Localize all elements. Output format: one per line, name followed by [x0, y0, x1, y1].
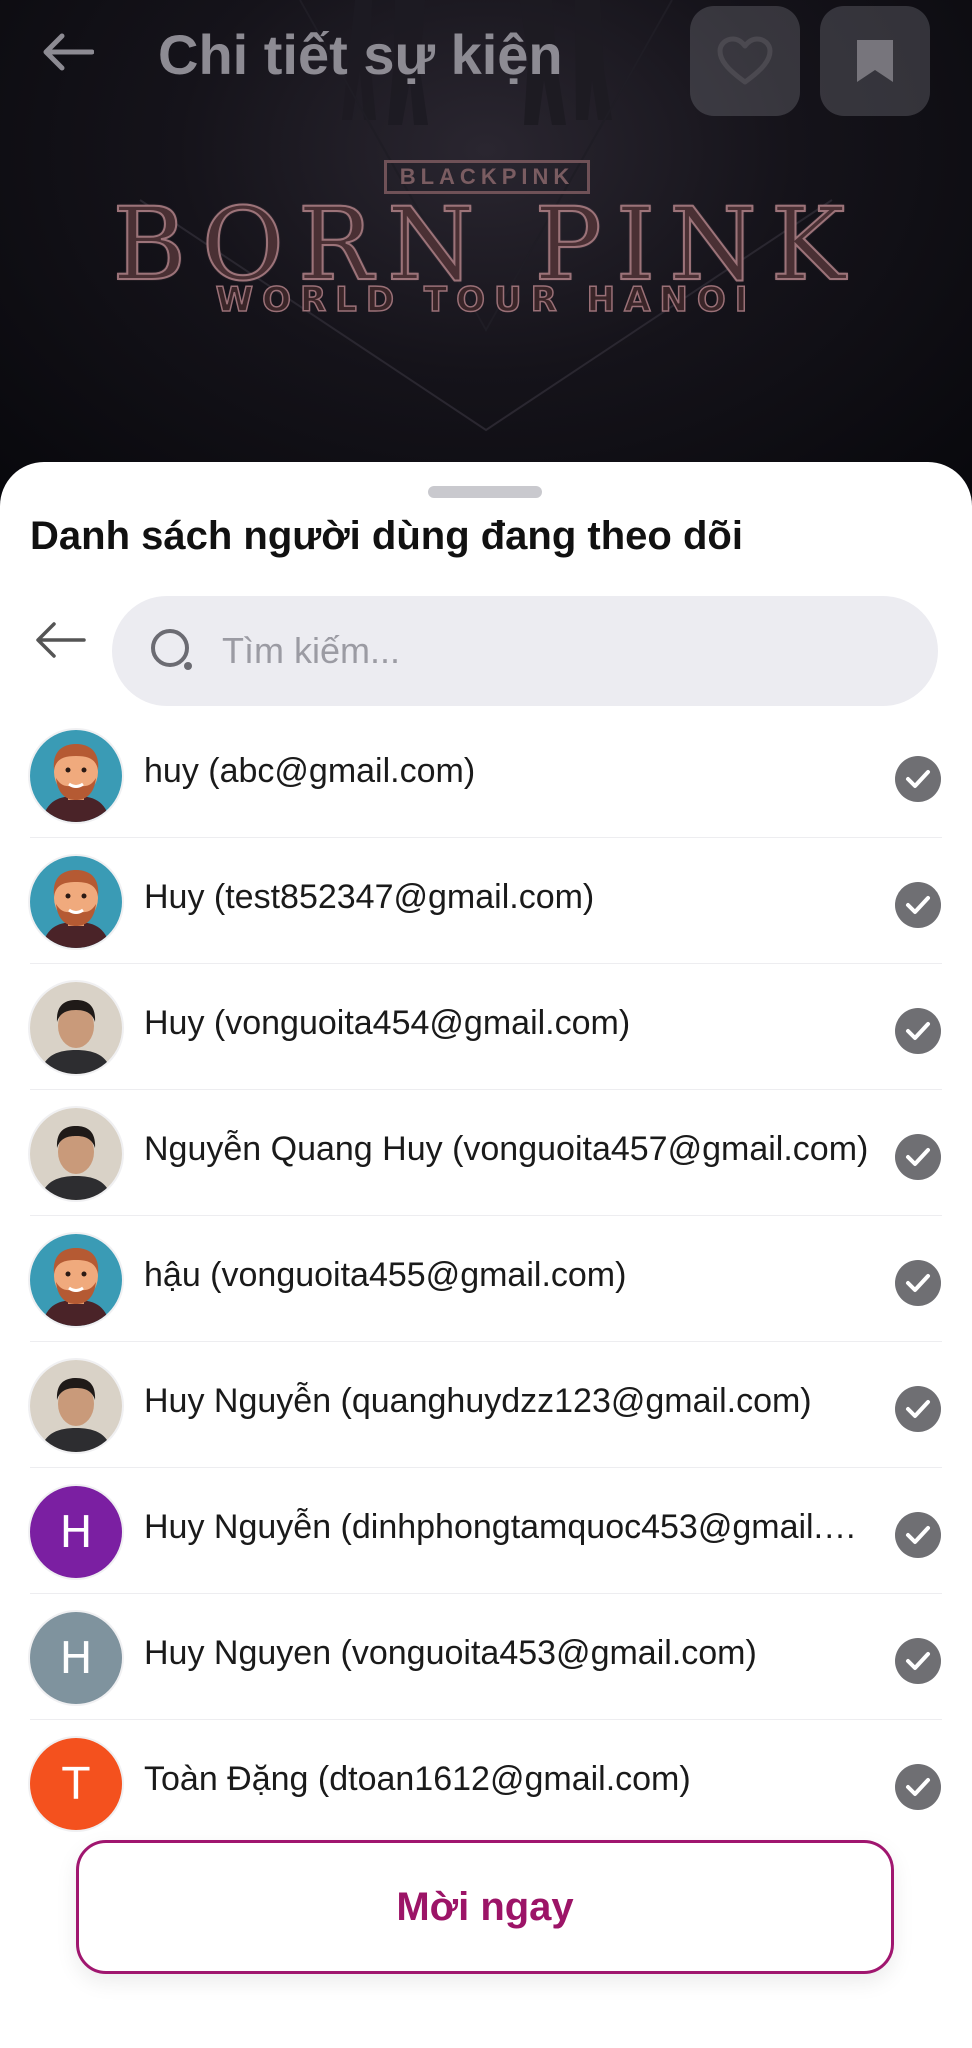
avatar: H: [30, 1612, 122, 1704]
checkmark-icon: [906, 1526, 930, 1544]
selected-check-icon[interactable]: [895, 1134, 941, 1180]
user-name: hậu (vonguoita455@gmail.com): [144, 1256, 627, 1294]
user-name: Huy Nguyen (vonguoita453@gmail.com): [144, 1634, 757, 1672]
user-name: Toàn Đặng (dtoan1612@gmail.com): [144, 1760, 691, 1798]
search-bar[interactable]: [112, 596, 938, 706]
checkmark-icon: [906, 1148, 930, 1166]
selected-check-icon[interactable]: [895, 1764, 941, 1810]
avatar-letter: H: [59, 1632, 93, 1684]
cartoon-avatar-icon: [30, 730, 122, 822]
user-name: Huy Nguyễn (dinhphongtamquoc453@gmail.co…: [144, 1508, 874, 1546]
sheet-title: Danh sách người dùng đang theo dõi: [30, 514, 743, 558]
user-photo-icon: [30, 1108, 122, 1200]
cartoon-avatar-icon: [30, 856, 122, 948]
checkmark-icon: [906, 1400, 930, 1418]
arrow-left-icon: [36, 622, 86, 658]
arrow-left-icon: [43, 33, 94, 71]
avatar: T: [30, 1738, 122, 1830]
user-row[interactable]: Nguyễn Quang Huy (vonguoita457@gmail.com…: [0, 1090, 972, 1216]
avatar: [30, 730, 122, 822]
user-row[interactable]: H Huy Nguyễn (dinhphongtamquoc453@gmail.c…: [0, 1468, 972, 1594]
selected-check-icon[interactable]: [895, 1008, 941, 1054]
back-button[interactable]: [36, 20, 100, 84]
avatar: [30, 982, 122, 1074]
search-icon: [151, 629, 192, 670]
event-banner: Chi tiết sự kiện BLACKPINK BORN PINK WOR…: [0, 0, 972, 500]
selected-check-icon[interactable]: [895, 1260, 941, 1306]
page-title: Chi tiết sự kiện: [158, 23, 563, 86]
search-input[interactable]: [220, 629, 884, 673]
user-row[interactable]: Huy Nguyễn (quanghuydzz123@gmail.com): [0, 1342, 972, 1468]
user-row[interactable]: Huy (vonguoita454@gmail.com): [0, 964, 972, 1090]
avatar: [30, 1234, 122, 1326]
selected-check-icon[interactable]: [895, 1638, 941, 1684]
avatar: [30, 1108, 122, 1200]
avatar-letter: H: [59, 1506, 93, 1558]
user-name: Nguyễn Quang Huy (vonguoita457@gmail.com…: [144, 1130, 869, 1168]
user-row[interactable]: huy (abc@gmail.com): [0, 712, 972, 838]
invite-now-button[interactable]: Mời ngay: [76, 1840, 894, 1974]
user-photo-icon: [30, 982, 122, 1074]
checkmark-icon: [906, 1778, 930, 1796]
checkmark-icon: [906, 896, 930, 914]
bookmark-icon: [857, 40, 893, 82]
user-row[interactable]: T Toàn Đặng (dtoan1612@gmail.com): [0, 1720, 972, 1846]
selected-check-icon[interactable]: [895, 1512, 941, 1558]
cartoon-avatar-icon: [30, 1234, 122, 1326]
selected-check-icon[interactable]: [895, 882, 941, 928]
user-list: huy (abc@gmail.com) Huy (test852347@gmail…: [0, 712, 972, 1846]
user-name: huy (abc@gmail.com): [144, 752, 476, 790]
heart-icon: [717, 36, 773, 85]
selected-check-icon[interactable]: [895, 756, 941, 802]
user-row[interactable]: hậu (vonguoita455@gmail.com): [0, 1216, 972, 1342]
checkmark-icon: [906, 1652, 930, 1670]
checkmark-icon: [906, 770, 930, 788]
selected-check-icon[interactable]: [895, 1386, 941, 1432]
user-row[interactable]: H Huy Nguyen (vonguoita453@gmail.com): [0, 1594, 972, 1720]
avatar: [30, 856, 122, 948]
user-row[interactable]: Huy (test852347@gmail.com): [0, 838, 972, 964]
user-name: Huy (vonguoita454@gmail.com): [144, 1004, 631, 1042]
bookmark-button[interactable]: [820, 6, 930, 116]
avatar-letter: T: [62, 1758, 90, 1810]
search-back-button[interactable]: [30, 610, 90, 670]
user-photo-icon: [30, 1360, 122, 1452]
user-name: Huy Nguyễn (quanghuydzz123@gmail.com): [144, 1382, 812, 1420]
checkmark-icon: [906, 1022, 930, 1040]
favorite-button[interactable]: [690, 6, 800, 116]
checkmark-icon: [906, 1274, 930, 1292]
avatar: [30, 1360, 122, 1452]
avatar: H: [30, 1486, 122, 1578]
user-name: Huy (test852347@gmail.com): [144, 878, 595, 916]
sheet-drag-handle[interactable]: [428, 486, 542, 498]
event-subtitle-art: WORLD TOUR HANOI: [215, 279, 757, 321]
following-users-sheet: Danh sách người dùng đang theo dõi huy (…: [0, 462, 972, 2048]
